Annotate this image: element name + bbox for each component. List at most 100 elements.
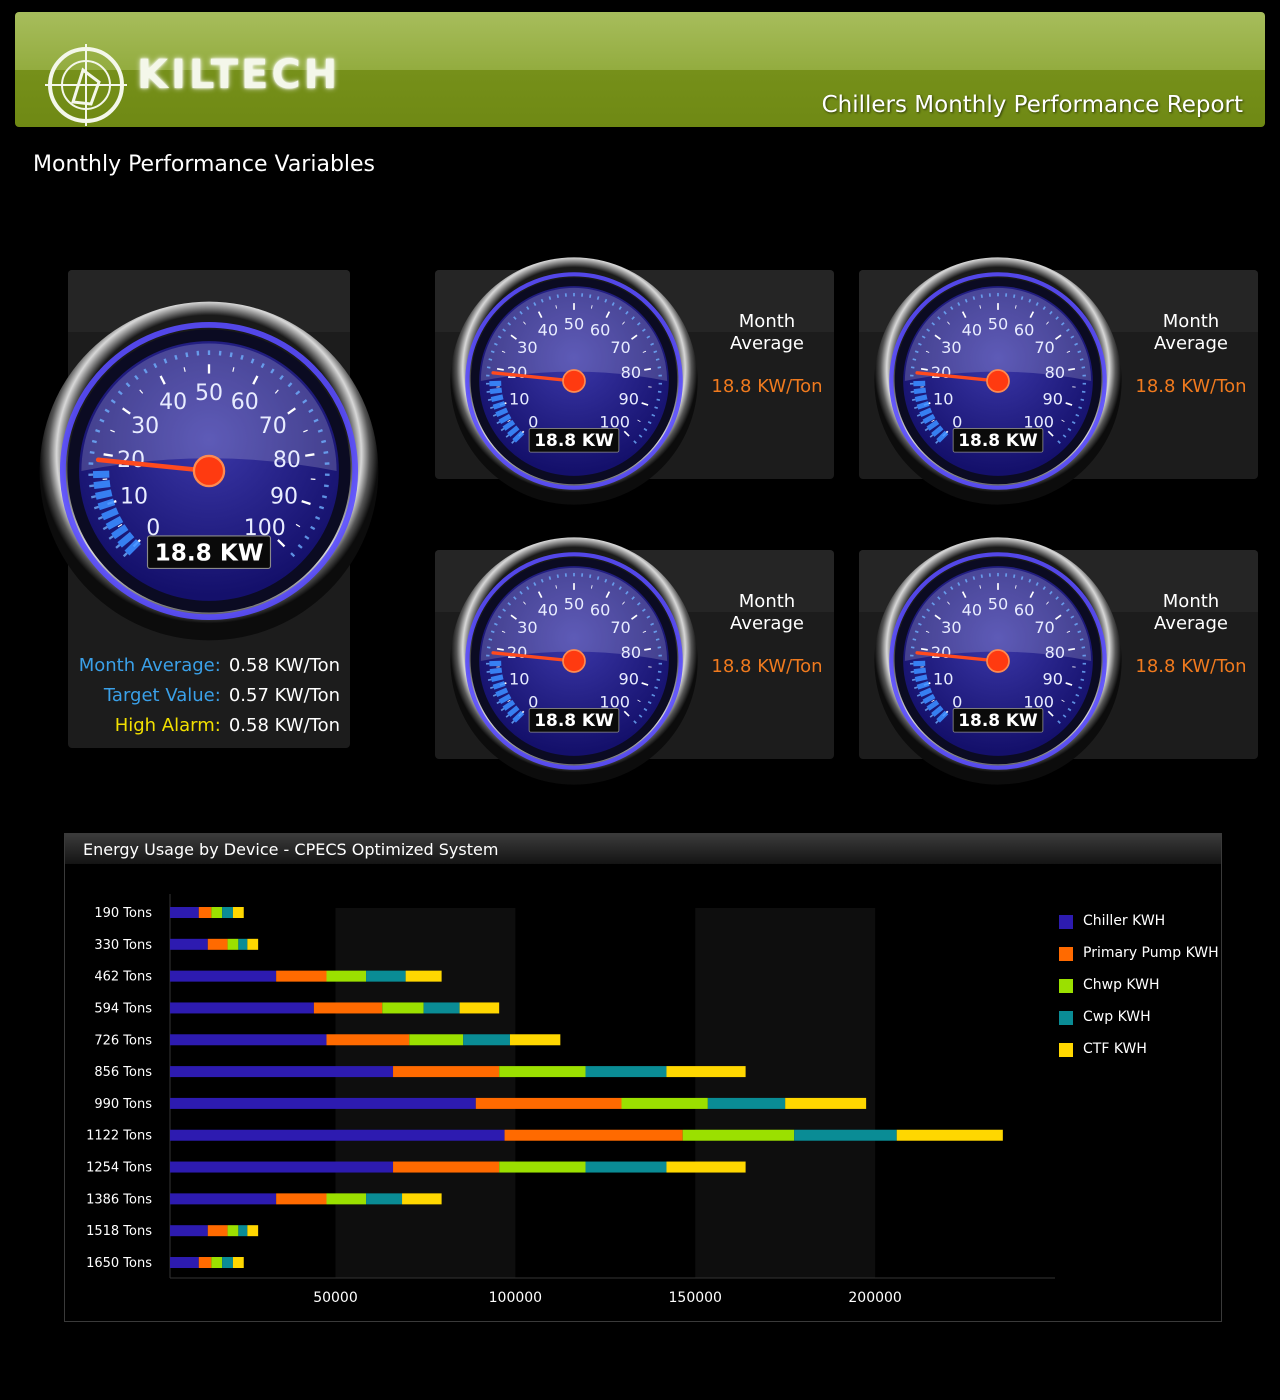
- bar-segment[interactable]: [170, 970, 277, 982]
- bar-segment[interactable]: [232, 1257, 244, 1268]
- bar-segment[interactable]: [621, 1097, 708, 1109]
- gauge-dial: 010203040 50 6070809010018.8 KW: [874, 257, 1122, 505]
- brand-name: KILTECH: [137, 52, 341, 98]
- gauge-readout: 18.8 KW: [958, 430, 1038, 450]
- bar-segment[interactable]: [198, 1257, 212, 1268]
- bar-segment[interactable]: [207, 1225, 228, 1237]
- bar-segment[interactable]: [238, 1225, 248, 1237]
- bar-segment[interactable]: [405, 970, 442, 982]
- bar-segment[interactable]: [504, 1129, 683, 1141]
- gauge-tick-label: 10: [120, 484, 148, 509]
- bar-segment[interactable]: [666, 1161, 746, 1173]
- stat-label: High Alarm:: [114, 715, 221, 736]
- gauge-tick-label: 70: [259, 414, 287, 439]
- bar-segment[interactable]: [326, 1193, 367, 1205]
- bar-segment[interactable]: [475, 1097, 622, 1109]
- bar-segment[interactable]: [170, 1034, 327, 1046]
- gauge-tick-label: 90: [1043, 670, 1063, 689]
- bar-segment[interactable]: [785, 1097, 867, 1109]
- gauge-tick-label: 10: [509, 390, 529, 409]
- gauge-dial: 010203040 50 6070809010018.8 KW: [450, 537, 698, 785]
- bar-segment[interactable]: [170, 1129, 505, 1141]
- bar-segment[interactable]: [499, 1066, 586, 1078]
- bar-segment[interactable]: [366, 970, 406, 982]
- gauge-tick-label: 60: [590, 601, 610, 620]
- bar-segment[interactable]: [170, 1193, 277, 1205]
- month-average-value: 18.8 KW/Ton: [1135, 656, 1247, 677]
- bar-segment[interactable]: [247, 938, 259, 950]
- gauge-tick-label: 10: [933, 390, 953, 409]
- x-tick-label: 100000: [489, 1290, 542, 1306]
- bar-segment[interactable]: [211, 907, 223, 918]
- chart-band: [335, 908, 516, 1278]
- bar-segment[interactable]: [222, 1257, 233, 1268]
- gauge-tick-label: 90: [270, 484, 298, 509]
- gauge-tick-label: 20: [931, 363, 951, 382]
- bar-segment[interactable]: [585, 1066, 667, 1078]
- bar-segment[interactable]: [459, 1002, 500, 1014]
- bar-segment[interactable]: [170, 1161, 394, 1173]
- bar-segment[interactable]: [276, 1193, 327, 1205]
- gauge-tick-label: 60: [1014, 321, 1034, 340]
- bar-segment[interactable]: [393, 1066, 500, 1078]
- bar-segment[interactable]: [423, 1002, 460, 1014]
- small-gauge-2: 0 10 20 30 40 50 60 70 80 90 100 18.8 KW: [871, 254, 1125, 508]
- bar-segment[interactable]: [707, 1097, 786, 1109]
- bar-segment[interactable]: [463, 1034, 510, 1046]
- bar-segment[interactable]: [211, 1257, 223, 1268]
- bar-segment[interactable]: [170, 1257, 199, 1268]
- gauge-tick-label: 80: [621, 643, 641, 662]
- month-average-label: Month Average: [730, 311, 804, 354]
- bar-segment[interactable]: [326, 970, 367, 982]
- bar-segment[interactable]: [402, 1193, 442, 1205]
- gauge-tick-label: 60: [590, 321, 610, 340]
- gauge-tick-label: 40: [159, 390, 187, 415]
- gauge-dial: 010203040 50 6070809010018.8 KW: [874, 537, 1122, 785]
- bar-segment[interactable]: [409, 1034, 464, 1046]
- gauge-readout: 18.8 KW: [534, 430, 614, 450]
- bar-segment[interactable]: [682, 1129, 795, 1141]
- bar-segment[interactable]: [238, 938, 248, 950]
- bar-segment[interactable]: [170, 1097, 476, 1109]
- bar-segment[interactable]: [247, 1225, 259, 1237]
- bar-segment[interactable]: [366, 1193, 403, 1205]
- bar-segment[interactable]: [313, 1002, 383, 1014]
- bar-segment[interactable]: [227, 1225, 239, 1237]
- legend-swatch: [1059, 1011, 1073, 1025]
- bar-segment[interactable]: [170, 938, 208, 950]
- stat-value: 0.58 KW/Ton: [228, 715, 340, 736]
- y-category-label: 190 Tons: [94, 906, 152, 921]
- gauge-tick-label: 80: [621, 363, 641, 382]
- bar-segment[interactable]: [896, 1129, 1003, 1141]
- x-tick-label: 50000: [313, 1290, 358, 1306]
- y-category-label: 1254 Tons: [86, 1161, 152, 1176]
- bar-segment[interactable]: [227, 938, 239, 950]
- gauge-tick-label: 20: [507, 643, 527, 662]
- bar-segment[interactable]: [198, 907, 212, 918]
- bar-segment[interactable]: [585, 1161, 667, 1173]
- small-gauge-1: 0 10 20 30 40 50 60 70 80 90 100 18.8 KW: [447, 254, 701, 508]
- bar-segment[interactable]: [509, 1034, 561, 1046]
- legend-label: Cwp KWH: [1083, 1009, 1151, 1025]
- report-title: Chillers Monthly Performance Report: [821, 92, 1243, 118]
- bar-segment[interactable]: [794, 1129, 897, 1141]
- gauge-tick-label: 50: [564, 314, 584, 333]
- bar-segment[interactable]: [382, 1002, 424, 1014]
- bar-segment[interactable]: [222, 907, 233, 918]
- bar-segment[interactable]: [666, 1066, 746, 1078]
- bar-segment[interactable]: [207, 938, 228, 950]
- gauge-dial: 010203040 50 6070809010018.8 KW: [450, 257, 698, 505]
- bar-segment[interactable]: [393, 1161, 500, 1173]
- gauge-tick-label: 20: [507, 363, 527, 382]
- month-average-label: Month Average: [1154, 591, 1228, 634]
- bar-segment[interactable]: [499, 1161, 586, 1173]
- bar-segment[interactable]: [276, 970, 327, 982]
- bar-segment[interactable]: [232, 907, 244, 918]
- gauge-tick-label: 30: [941, 338, 961, 357]
- bar-segment[interactable]: [170, 907, 199, 918]
- bar-segment[interactable]: [170, 1066, 394, 1078]
- bar-segment[interactable]: [170, 1002, 314, 1014]
- bar-segment[interactable]: [326, 1034, 410, 1046]
- bar-segment[interactable]: [170, 1225, 208, 1237]
- chart-plot: 50000 100000 150000 200000 190 Tons 330 Tons 4…: [86, 894, 1055, 1306]
